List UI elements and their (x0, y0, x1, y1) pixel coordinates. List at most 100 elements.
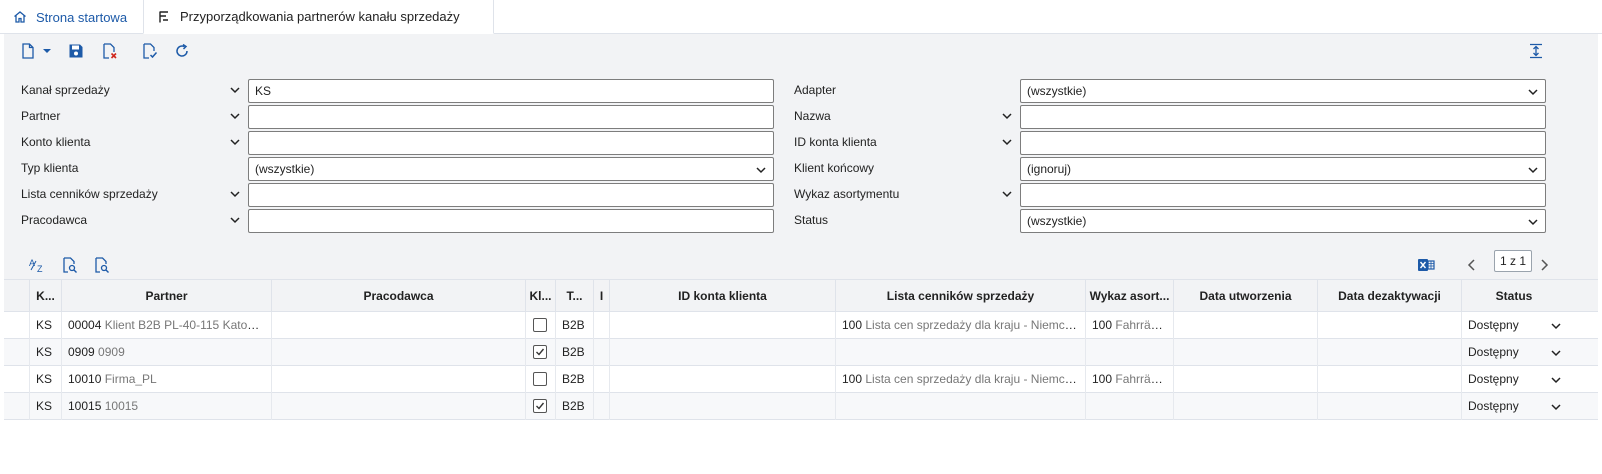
row-selector-header[interactable] (4, 280, 30, 312)
row-selector[interactable] (4, 366, 30, 393)
wykaz-name: Fahrräder (1115, 318, 1169, 332)
column-header-data-dezaktywacji[interactable]: Data dezaktywacji (1318, 280, 1462, 312)
delete-button[interactable] (100, 41, 120, 61)
column-header-i[interactable]: I (594, 280, 610, 312)
cell-pracodawca (272, 366, 526, 393)
cell-partner: 00004 Klient B2B PL-40-115 Katowice (62, 312, 272, 339)
column-header-partner[interactable]: Partner (62, 280, 272, 312)
checkbox-checked[interactable] (533, 345, 547, 359)
cell-klient-koncowy (526, 393, 556, 420)
nazwa-input[interactable] (1020, 105, 1546, 129)
cell-data-utworzenia (1174, 312, 1318, 339)
checkmark-icon (536, 348, 545, 356)
cell-status-select[interactable]: Dostępny (1462, 312, 1566, 339)
validate-button[interactable] (140, 41, 160, 61)
tab-home-label: Strona startowa (36, 9, 128, 25)
refresh-button[interactable] (172, 41, 192, 61)
column-header-data-utworzenia[interactable]: Data utworzenia (1174, 280, 1318, 312)
pracodawca-input[interactable] (248, 209, 774, 233)
chevron-down-icon[interactable] (1001, 110, 1013, 122)
filter-label: Klient końcowy (794, 161, 875, 175)
cell-status-select[interactable]: Dostępny (1462, 339, 1566, 366)
cell-lista-cennikow (836, 339, 1086, 366)
prev-page-button[interactable] (1462, 255, 1482, 275)
row-selector[interactable] (4, 339, 30, 366)
wykaz-asortymentu-input[interactable] (1020, 183, 1546, 207)
column-header-id-konta[interactable]: ID konta klienta (610, 280, 836, 312)
column-header-pracodawca[interactable]: Pracodawca (272, 280, 526, 312)
row-selector[interactable] (4, 312, 30, 339)
save-button[interactable] (66, 41, 86, 61)
cell-kanal: KS (30, 339, 62, 366)
partner-code: 10010 (68, 372, 102, 386)
chevron-down-icon[interactable] (229, 84, 241, 96)
chevron-down-icon[interactable] (229, 188, 241, 200)
chevron-down-icon[interactable] (229, 136, 241, 148)
lista-cennikow-input[interactable] (248, 183, 774, 207)
cell-status-select[interactable]: Dostępny (1462, 366, 1566, 393)
chevron-down-icon[interactable] (1001, 136, 1013, 148)
partner-name: 10015 (104, 399, 139, 413)
cell-i (594, 393, 610, 420)
lista-name: Lista cen sprzedaży dla kraju - Niemcy (… (865, 372, 1086, 386)
column-header-klient[interactable]: Kl... (526, 280, 556, 312)
klient-koncowy-select[interactable]: (ignoruj) (1020, 157, 1546, 181)
column-header-lista-cennikow[interactable]: Lista cenników sprzedaży (836, 280, 1086, 312)
column-header-wykaz[interactable]: Wykaz asort... (1086, 280, 1174, 312)
chevron-down-icon[interactable] (1001, 188, 1013, 200)
cell-data-dezaktywacji (1318, 339, 1462, 366)
new-dropdown-button[interactable] (40, 41, 54, 61)
cell-lista-cennikow: 100 Lista cen sprzedaży dla kraju - Niem… (836, 312, 1086, 339)
tab-home[interactable]: Strona startowa (0, 0, 143, 34)
cell-data-dezaktywacji (1318, 366, 1462, 393)
cell-wykaz (1086, 393, 1174, 420)
cell-i (594, 366, 610, 393)
status-value: Dostępny (1468, 345, 1519, 359)
table-row[interactable]: KS 10010 Firma_PL B2B 100 Lista cen sprz… (4, 366, 1598, 393)
wykaz-code: 100 (1092, 318, 1113, 332)
checkbox-unchecked[interactable] (533, 318, 547, 332)
row-selector[interactable] (4, 393, 30, 420)
filter-label: Nazwa (794, 109, 831, 123)
tab-bar: Strona startowa Przyporządkowania partne… (0, 0, 1602, 34)
table-row[interactable]: KS 10015 10015 B2B Dostępny (4, 393, 1598, 420)
cell-i (594, 339, 610, 366)
search-document-button[interactable] (60, 255, 80, 275)
column-header-kanal[interactable]: K... (30, 280, 62, 312)
cell-pracodawca (272, 393, 526, 420)
typ-klienta-select[interactable]: (wszystkie) (248, 157, 774, 181)
checkbox-unchecked[interactable] (533, 372, 547, 386)
chevron-down-icon (1551, 323, 1561, 330)
select-value: (wszystkie) (255, 162, 315, 176)
check-document-icon (143, 43, 158, 59)
column-header-status[interactable]: Status (1462, 280, 1566, 312)
table-row[interactable]: KS 00004 Klient B2B PL-40-115 Katowice B… (4, 312, 1598, 339)
new-document-button[interactable] (18, 41, 38, 61)
grid-toolbar: AZ 1 z 1 (4, 250, 1598, 280)
filter-label: Partner (21, 109, 61, 123)
adapter-select[interactable]: (wszystkie) (1020, 79, 1546, 103)
next-page-button[interactable] (1534, 255, 1554, 275)
partner-input[interactable] (248, 105, 774, 129)
table-row[interactable]: KS 0909 0909 B2B Dostępny (4, 339, 1598, 366)
cell-status-select[interactable]: Dostępny (1462, 393, 1566, 420)
search-document-2-button[interactable] (92, 255, 112, 275)
search-document-icon (63, 257, 77, 273)
cell-klient-koncowy (526, 339, 556, 366)
chevron-down-icon[interactable] (229, 110, 241, 122)
chevron-down-icon[interactable] (229, 214, 241, 226)
sort-button[interactable]: AZ (28, 255, 48, 275)
kanal-sprzedazy-input[interactable]: KS (248, 79, 774, 103)
cell-typ: B2B (556, 312, 594, 339)
status-select[interactable]: (wszystkie) (1020, 209, 1546, 233)
cell-klient-koncowy (526, 366, 556, 393)
cell-kanal: KS (30, 393, 62, 420)
tab-active[interactable]: Przyporządkowania partnerów kanału sprze… (143, 0, 494, 34)
save-icon (69, 44, 83, 58)
id-konta-klienta-input[interactable] (1020, 131, 1546, 155)
column-header-typ[interactable]: T... (556, 280, 594, 312)
expand-collapse-button[interactable] (1526, 41, 1546, 61)
excel-export-button[interactable] (1416, 255, 1436, 275)
checkbox-checked[interactable] (533, 399, 547, 413)
konto-klienta-input[interactable] (248, 131, 774, 155)
